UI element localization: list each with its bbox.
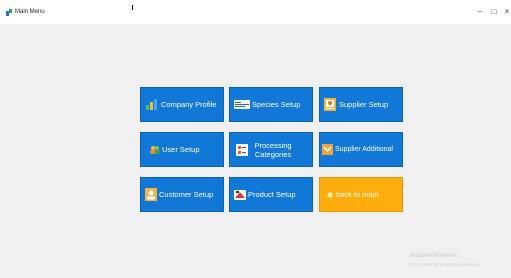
maximize-button[interactable]: □ (487, 6, 501, 18)
supplier-setup-label: Supplier Setup (339, 100, 389, 109)
minimize-button[interactable]: – (473, 6, 487, 18)
customer-setup-button[interactable]: Customer Setup (140, 177, 224, 212)
mouse-cursor-mark (132, 5, 133, 10)
species-setup-button[interactable]: Species Setup (229, 87, 313, 122)
product-setup-label: Product Setup (248, 190, 296, 199)
title-bar: Main Menu – □ × (0, 0, 511, 24)
supplier-additional-button[interactable]: Supplier Additional (319, 132, 403, 167)
categories-icon (236, 143, 248, 156)
supplier-form-icon (324, 98, 336, 111)
company-chart-icon (146, 99, 158, 110)
species-setup-label: Species Setup (252, 100, 301, 109)
main-menu-window: Main Menu – □ × Company Profile Species … (0, 0, 511, 278)
close-button[interactable]: × (500, 6, 511, 18)
back-to-main-button[interactable]: back to main (319, 177, 403, 212)
back-to-main-label: back to main (336, 190, 379, 199)
company-profile-button[interactable]: Company Profile (140, 87, 224, 122)
supplier-additional-label: Supplier Additional (335, 146, 393, 153)
species-list-icon (234, 100, 250, 109)
product-icon (234, 189, 246, 200)
customer-icon (145, 188, 157, 201)
company-profile-label: Company Profile (161, 100, 217, 109)
processing-categories-label: Processing Categories (254, 140, 292, 159)
user-setup-label: User Setup (162, 145, 200, 154)
user-setup-button[interactable]: User Setup (140, 132, 224, 167)
supplier-setup-button[interactable]: Supplier Setup (319, 87, 403, 122)
back-dot-icon (327, 191, 333, 198)
supplier-add-icon (322, 144, 333, 155)
users-icon (150, 145, 160, 154)
product-setup-button[interactable]: Product Setup (229, 177, 313, 212)
window-title: Main Menu (15, 9, 45, 15)
customer-setup-label: Customer Setup (159, 190, 214, 199)
app-icon (6, 9, 12, 16)
processing-categories-button[interactable]: Processing Categories (229, 132, 313, 167)
activation-watermark-title: Activate Windows (410, 253, 458, 259)
activation-watermark-subtitle: Go to Settings to activate Windows. (410, 262, 482, 267)
